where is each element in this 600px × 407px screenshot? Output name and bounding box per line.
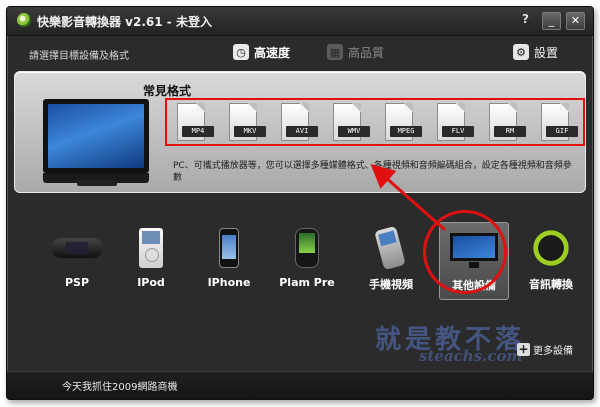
format-mkv-button[interactable]: MKV bbox=[229, 103, 266, 141]
app-logo-icon bbox=[17, 13, 31, 27]
status-text: 今天我抓住2009網路商機 bbox=[62, 382, 178, 393]
psp-icon bbox=[51, 238, 103, 258]
headphones-icon bbox=[531, 228, 571, 268]
title-bar[interactable]: 快樂影音轉換器 v2.61 - 未登入 ? _ ✕ bbox=[7, 7, 593, 36]
fast-mode-label: 高速度 bbox=[254, 45, 291, 60]
app-window: 快樂影音轉換器 v2.61 - 未登入 ? _ ✕ 請選擇目標設備及格式 ◷ 高… bbox=[6, 6, 594, 400]
format-rm-button[interactable]: RM bbox=[489, 103, 526, 141]
format-gif-button[interactable]: GIF bbox=[541, 103, 578, 141]
target-hint: 請選擇目標設備及格式 bbox=[29, 51, 129, 62]
formats-panel: 常見格式 MP4 MKV AVI WMV MPEG FLV RM GIF PC、可攜式播放器等… bbox=[14, 71, 586, 193]
close-button[interactable]: ✕ bbox=[566, 12, 585, 30]
film-icon: ▦ bbox=[327, 44, 343, 60]
device-label: IPod bbox=[137, 276, 165, 289]
palm-pre-icon bbox=[295, 228, 319, 268]
iphone-icon bbox=[219, 228, 239, 268]
format-wmv-button[interactable]: WMV bbox=[333, 103, 370, 141]
format-mp4-button[interactable]: MP4 bbox=[177, 103, 214, 141]
minimize-button[interactable]: _ bbox=[542, 12, 561, 30]
device-psp-button[interactable]: PSP bbox=[43, 222, 111, 298]
monitor-stand bbox=[77, 180, 117, 186]
selection-highlight-circle bbox=[423, 210, 507, 294]
format-avi-button[interactable]: AVI bbox=[281, 103, 318, 141]
settings-button[interactable]: ⚙ 設置 bbox=[513, 41, 558, 63]
formats-highlight-box: MP4 MKV AVI WMV MPEG FLV RM GIF bbox=[165, 98, 585, 146]
gear-icon: ⚙ bbox=[513, 44, 529, 60]
format-tag: FLV bbox=[442, 126, 474, 137]
more-devices-label: 更多設備 bbox=[533, 346, 573, 357]
ipod-icon bbox=[139, 228, 163, 268]
device-iphone-button[interactable]: IPhone bbox=[195, 222, 263, 298]
quality-mode-label: 高品質 bbox=[348, 45, 385, 60]
fast-mode-button[interactable]: ◷ 高速度 bbox=[233, 41, 290, 63]
mobile-phone-icon bbox=[374, 225, 406, 271]
device-label: PSP bbox=[64, 276, 90, 289]
format-tag: MP4 bbox=[182, 126, 214, 137]
format-tag: AVI bbox=[286, 126, 318, 137]
device-label: 音訊轉換 bbox=[529, 278, 573, 291]
format-tag: MPEG bbox=[390, 126, 422, 137]
format-tag: GIF bbox=[546, 126, 578, 137]
device-label: IPhone bbox=[207, 276, 251, 289]
format-tag: WMV bbox=[338, 126, 370, 137]
device-mobile-phone-button[interactable]: 手機視頻 bbox=[357, 222, 425, 298]
quality-mode-button[interactable]: ▦ 高品質 bbox=[327, 41, 384, 63]
formats-description: PC、可攜式播放器等，您可以選擇多種媒體格式、各種視頻和音頻編碼組合，設定各種視… bbox=[173, 161, 572, 183]
format-tag: RM bbox=[494, 126, 526, 137]
window-title: 快樂影音轉換器 v2.61 - 未登入 bbox=[37, 15, 212, 29]
plus-icon: + bbox=[517, 342, 530, 356]
device-headphones-button[interactable]: 音訊轉換 bbox=[517, 222, 585, 298]
device-palm-pre-button[interactable]: Plam Pre bbox=[273, 222, 341, 298]
more-devices-button[interactable]: + 更多設備 bbox=[517, 342, 573, 357]
device-ipod-button[interactable]: IPod bbox=[117, 222, 185, 298]
help-button[interactable]: ? bbox=[517, 12, 534, 28]
clock-icon: ◷ bbox=[233, 44, 249, 60]
format-tag: MKV bbox=[234, 126, 266, 137]
monitor-icon bbox=[43, 99, 149, 183]
formats-title: 常見格式 bbox=[143, 84, 192, 98]
device-label: Plam Pre bbox=[279, 276, 335, 289]
format-mpeg-button[interactable]: MPEG bbox=[385, 103, 422, 141]
format-flv-button[interactable]: FLV bbox=[437, 103, 474, 141]
device-label: 手機視頻 bbox=[369, 278, 413, 291]
watermark-url: steachs.com bbox=[419, 347, 523, 365]
settings-label: 設置 bbox=[534, 45, 559, 60]
status-bar: 今天我抓住2009網路商機 bbox=[7, 371, 593, 399]
